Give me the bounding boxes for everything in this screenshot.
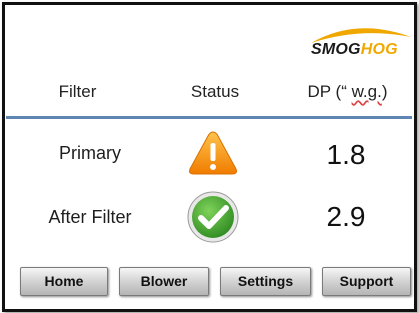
smoghog-logo: SMOGHOG [305,23,417,65]
filter-row-label: After Filter [48,207,132,227]
filter-row-label: Primary [59,143,121,163]
home-button[interactable]: Home [20,267,108,296]
warning-icon[interactable] [188,130,238,176]
dp-value: 1.8 [326,139,366,170]
dp-value: 2.9 [326,201,366,232]
column-header-dp: DP (“ w.g.) [307,82,388,101]
header-divider [6,116,412,119]
column-header-status: Status [190,82,240,101]
column-header-filter: Filter [58,82,97,101]
bottom-nav: Home Blower Settings Support [6,265,412,297]
settings-button[interactable]: Settings [220,267,311,296]
logo-wordmark: SMOGHOG [311,41,398,58]
support-button[interactable]: Support [322,267,411,296]
check-icon[interactable] [186,190,240,244]
blower-button[interactable]: Blower [119,267,209,296]
